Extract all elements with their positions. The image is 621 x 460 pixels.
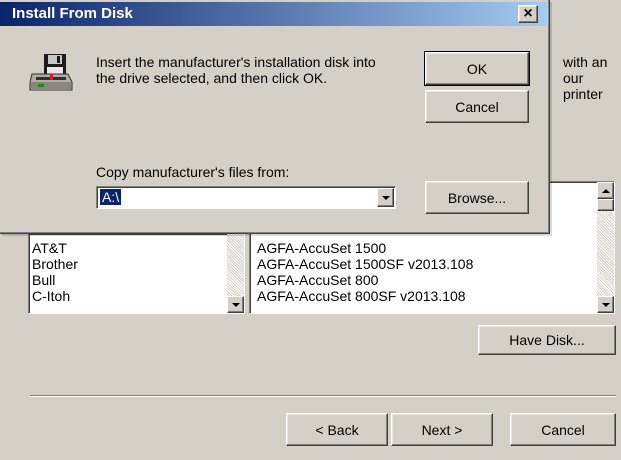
install-from-disk-dialog: Install From Disk × Insert the manufactu…	[0, 0, 550, 234]
scroll-up-button[interactable]	[597, 182, 614, 199]
wizard-cancel-button[interactable]: Cancel	[510, 413, 616, 446]
printers-scrollbar[interactable]	[597, 182, 614, 313]
path-input[interactable]: A:\	[100, 189, 122, 205]
floppy-drive-icon	[28, 52, 74, 94]
manufacturers-scrollbar[interactable]	[227, 234, 244, 313]
have-disk-button[interactable]: Have Disk...	[478, 325, 616, 355]
list-item[interactable]: C-Itoh	[29, 288, 78, 304]
back-label: < Back	[315, 421, 359, 438]
list-item[interactable]: Brother	[29, 256, 78, 272]
path-dropdown-button[interactable]	[377, 188, 394, 207]
scroll-down-button[interactable]	[227, 296, 244, 313]
list-item[interactable]: AGFA-AccuSet 1500SF v2013.108	[254, 256, 473, 272]
list-item[interactable]: AGFA-AccuSet 800SF v2013.108	[254, 288, 473, 304]
chevron-down-icon	[381, 195, 390, 200]
chevron-down-icon	[601, 302, 610, 307]
dialog-title: Install From Disk	[12, 5, 133, 22]
close-icon: ×	[523, 5, 533, 22]
manufacturers-list[interactable]: AT&T Brother Bull C-Itoh	[28, 233, 245, 314]
wizard-separator	[30, 395, 616, 397]
ok-label: OK	[466, 60, 488, 77]
next-label: Next >	[421, 421, 463, 438]
next-button[interactable]: Next >	[391, 413, 493, 446]
path-combobox[interactable]: A:\	[96, 186, 396, 209]
chevron-down-icon	[231, 302, 240, 307]
list-item[interactable]: AGFA-AccuSet 1500	[254, 240, 473, 256]
dialog-title-bar[interactable]: Install From Disk ×	[0, 2, 547, 26]
wizard-intro-line2: our printer	[563, 70, 603, 102]
dialog-cancel-label: Cancel	[455, 98, 499, 115]
wizard-intro-line1: with an	[563, 54, 608, 70]
scroll-down-button[interactable]	[597, 296, 614, 313]
have-disk-label: Have Disk...	[509, 332, 585, 348]
list-item[interactable]: Bull	[29, 272, 78, 288]
list-item[interactable]: AT&T	[29, 240, 78, 256]
browse-label: Browse...	[447, 189, 507, 206]
scroll-thumb[interactable]	[597, 199, 614, 211]
back-button[interactable]: < Back	[286, 413, 388, 446]
dialog-cancel-button[interactable]: Cancel	[425, 90, 529, 123]
chevron-up-icon	[601, 188, 610, 193]
ok-button[interactable]: OK	[424, 51, 530, 86]
dialog-message-line1: Insert the manufacturer's installation d…	[96, 54, 376, 70]
browse-button[interactable]: Browse...	[425, 181, 529, 214]
close-button[interactable]: ×	[518, 5, 538, 23]
wizard-cancel-label: Cancel	[541, 421, 585, 438]
list-item[interactable]: AGFA-AccuSet 800	[254, 272, 473, 288]
dialog-message-line2: the drive selected, and then click OK.	[96, 70, 328, 86]
copy-from-label: Copy manufacturer's files from:	[96, 164, 290, 180]
